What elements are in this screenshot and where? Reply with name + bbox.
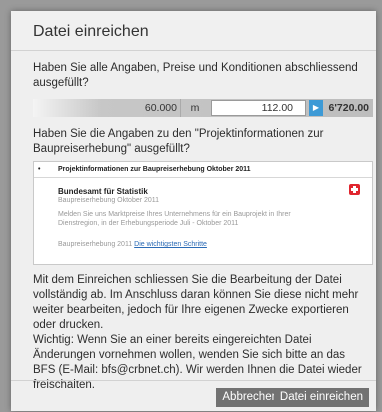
dialog-actions: Abbrechen Datei einreichen [11, 380, 376, 411]
preview-footer-link[interactable]: Die wichtigsten Schritte [134, 241, 207, 248]
preview-header: • Projektinformationen zur Baupreiserheb… [34, 162, 372, 178]
swiss-flag-icon [349, 184, 360, 195]
info-text: Mit dem Einreichen schliessen Sie die Be… [33, 274, 359, 331]
dialog-body: Haben Sie alle Angaben, Preise und Kondi… [33, 61, 373, 393]
quantity-value: 60.000 [144, 102, 177, 114]
preview-header-text: Projektinformationen zur Baupreiserhebun… [58, 166, 251, 173]
submit-file-button[interactable]: Datei einreichen [273, 388, 369, 407]
unit-price-field: 112.00 [211, 100, 306, 116]
total-value: 6'720.00 [328, 102, 369, 114]
preview-footer: Baupreiserhebung 2011 Die wichtigsten Sc… [58, 237, 207, 252]
arrow-right-icon: ▶ [309, 100, 323, 116]
question-prices: Haben Sie alle Angaben, Preise und Kondi… [33, 62, 358, 89]
info-block: Mit dem Einreichen schliessen Sie die Be… [33, 273, 368, 393]
preview-subtitle: Baupreiserhebung Oktober 2011 [58, 197, 160, 204]
dialog-title: Datei einreichen [33, 23, 149, 40]
dialog-titlebar: Datei einreichen [11, 11, 376, 51]
submit-file-dialog: Datei einreichen Haben Sie alle Angaben,… [11, 11, 376, 411]
bullet-icon: • [38, 166, 41, 173]
unit-label: m [180, 99, 209, 117]
preview-description: Melden Sie uns Marktpreise Ihres Unterne… [58, 211, 291, 227]
question-project-info: Haben Sie die Angaben zu den "Projektinf… [33, 128, 324, 155]
price-row-preview: 60.000 m 112.00 ▶ 6'720.00 [33, 99, 373, 117]
preview-footer-text: Baupreiserhebung 2011 [58, 241, 133, 248]
project-info-preview: • Projektinformationen zur Baupreiserheb… [33, 161, 373, 265]
